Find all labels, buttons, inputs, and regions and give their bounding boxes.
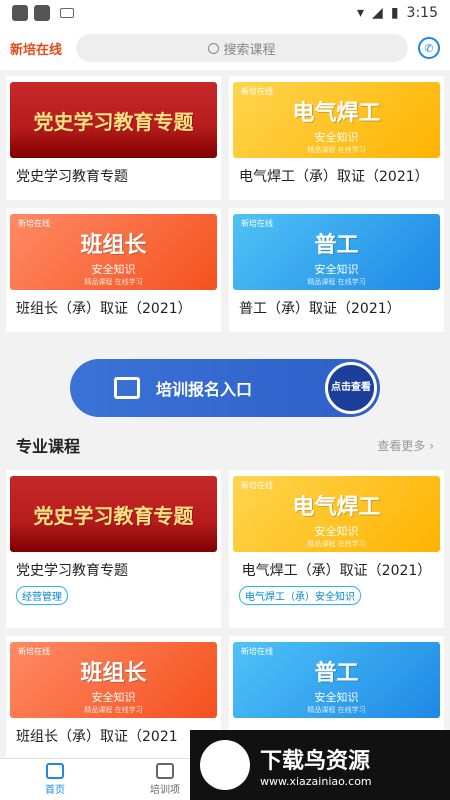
see-more-link[interactable]: 查看更多 › (377, 437, 434, 454)
course-card[interactable]: 党史学习教育专题 党史学习教育专题 经营管理 (6, 470, 221, 628)
keyboard-icon (60, 8, 74, 18)
signal-icon: ◢ (372, 5, 383, 21)
view-button[interactable]: 点击查看 (325, 362, 377, 414)
course-card[interactable]: 新培在线 电气焊工 安全知识 精品课程 在线学习 电气焊工（承）取证（2021）… (229, 470, 444, 628)
course-tag: 经营管理 (16, 586, 68, 605)
course-title: 普工（承）取证（2021） (239, 301, 401, 317)
app-logo: 新培在线 (10, 42, 63, 58)
watermark: 下载鸟资源 www.xiazainiao.com (190, 730, 450, 800)
course-title: 电气焊工（承）取证（2021） (239, 169, 429, 185)
course-title: 班组长（承）取证（2021 (16, 729, 178, 745)
search-placeholder: 搜索课程 (223, 42, 276, 58)
course-thumbnail: 新培在线 电气焊工 安全知识 精品课程 在线学习 (233, 476, 440, 552)
course-card[interactable]: 党史学习教育专题 党史学习教育专题 (6, 76, 221, 200)
section-header: 专业课程 查看更多 › (0, 426, 450, 464)
app-header: 新培在线 搜索课程 ✆ (0, 26, 450, 70)
course-thumbnail: 新培在线 电气焊工 安全知识 精品课程 在线学习 (233, 82, 440, 158)
course-thumbnail: 新培在线 班组长 安全知识 精品课程 在线学习 (10, 214, 217, 290)
course-title: 班组长（承）取证（2021） (16, 301, 192, 317)
search-input[interactable]: 搜索课程 (76, 34, 408, 62)
course-thumbnail: 新培在线 普工 安全知识 精品课程 在线学习 (233, 214, 440, 290)
notification-icon (34, 5, 50, 21)
banner-text: 培训报名入口 (156, 380, 253, 399)
book-icon (156, 763, 174, 779)
section-title: 专业课程 (16, 437, 81, 456)
phone-icon[interactable]: ✆ (418, 37, 440, 59)
watermark-logo (200, 740, 250, 790)
course-tag: 电气焊工（承）安全知识 (239, 586, 361, 605)
course-title: 党史学习教育专题 (16, 169, 128, 185)
course-card[interactable]: 新培在线 普工 安全知识 精品课程 在线学习 普工（承）取证（2021） (229, 208, 444, 332)
nav-item-home[interactable]: 首页 (0, 763, 110, 796)
course-title: 电气焊工（承）取证（2021） (241, 563, 432, 579)
status-bar: ▾ ◢ ▮ 3:15 (0, 0, 450, 26)
home-icon (46, 763, 64, 779)
course-thumbnail: 新培在线 班组长 安全知识 精品课程 在线学习 (10, 642, 217, 718)
course-card[interactable]: 新培在线 电气焊工 安全知识 精品课程 在线学习 电气焊工（承）取证（2021） (229, 76, 444, 200)
battery-icon: ▮ (390, 5, 399, 21)
course-thumbnail: 党史学习教育专题 (10, 82, 217, 158)
notification-icon (12, 5, 28, 21)
form-icon (114, 377, 140, 399)
course-thumbnail: 新培在线 普工 安全知识 精品课程 在线学习 (233, 642, 440, 718)
wifi-icon: ▾ (357, 5, 365, 21)
registration-banner[interactable]: 培训报名入口 点击查看 (70, 359, 380, 417)
course-thumbnail: 党史学习教育专题 (10, 476, 217, 552)
course-title: 党史学习教育专题 (16, 563, 128, 579)
clock: 3:15 (406, 5, 438, 21)
search-icon (208, 42, 220, 54)
top-course-grid: 党史学习教育专题 党史学习教育专题 新培在线 电气焊工 安全知识 精品课程 在线… (0, 76, 450, 332)
course-card[interactable]: 新培在线 班组长 安全知识 精品课程 在线学习 班组长（承）取证（2021） (6, 208, 221, 332)
